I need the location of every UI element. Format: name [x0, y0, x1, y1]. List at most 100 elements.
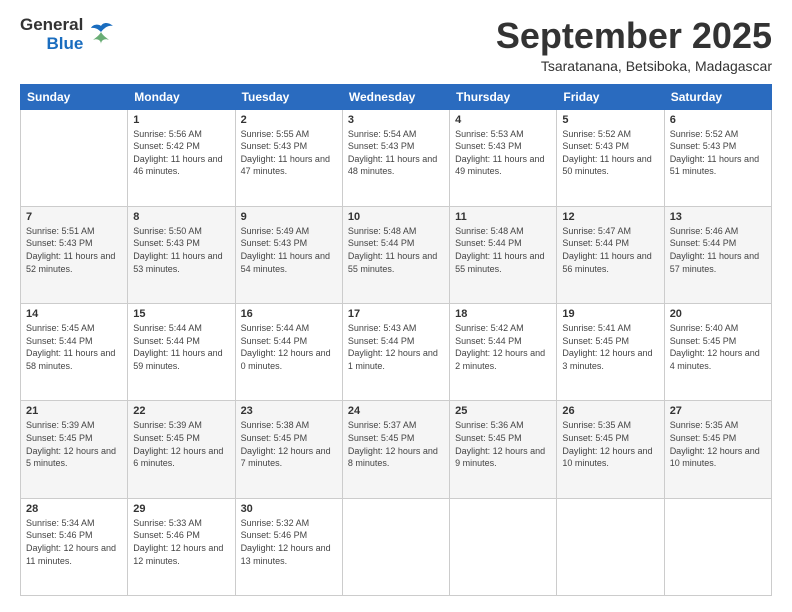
- day-number: 2: [241, 114, 337, 126]
- table-row: 30 Sunrise: 5:32 AMSunset: 5:46 PMDaylig…: [235, 498, 342, 595]
- week-row-4: 21 Sunrise: 5:39 AMSunset: 5:45 PMDaylig…: [21, 401, 772, 498]
- day-number: 9: [241, 211, 337, 223]
- table-row: 3 Sunrise: 5:54 AMSunset: 5:43 PMDayligh…: [342, 109, 449, 206]
- table-row: 9 Sunrise: 5:49 AMSunset: 5:43 PMDayligh…: [235, 206, 342, 303]
- logo-general: General: [20, 16, 83, 35]
- day-info: Sunrise: 5:48 AMSunset: 5:44 PMDaylight:…: [455, 226, 544, 274]
- day-number: 4: [455, 114, 551, 126]
- table-row: 18 Sunrise: 5:42 AMSunset: 5:44 PMDaylig…: [450, 304, 557, 401]
- day-number: 21: [26, 405, 122, 417]
- day-info: Sunrise: 5:42 AMSunset: 5:44 PMDaylight:…: [455, 323, 545, 371]
- logo-blue: Blue: [46, 35, 83, 54]
- table-row: 8 Sunrise: 5:50 AMSunset: 5:43 PMDayligh…: [128, 206, 235, 303]
- day-number: 8: [133, 211, 229, 223]
- calendar-table: Sunday Monday Tuesday Wednesday Thursday…: [20, 84, 772, 596]
- day-number: 7: [26, 211, 122, 223]
- day-number: 25: [455, 405, 551, 417]
- day-number: 10: [348, 211, 444, 223]
- day-info: Sunrise: 5:44 AMSunset: 5:44 PMDaylight:…: [241, 323, 331, 371]
- table-row: 6 Sunrise: 5:52 AMSunset: 5:43 PMDayligh…: [664, 109, 771, 206]
- day-info: Sunrise: 5:44 AMSunset: 5:44 PMDaylight:…: [133, 323, 222, 371]
- day-info: Sunrise: 5:43 AMSunset: 5:44 PMDaylight:…: [348, 323, 438, 371]
- table-row: 19 Sunrise: 5:41 AMSunset: 5:45 PMDaylig…: [557, 304, 664, 401]
- header-row: Sunday Monday Tuesday Wednesday Thursday…: [21, 84, 772, 109]
- day-number: 20: [670, 308, 766, 320]
- table-row: 5 Sunrise: 5:52 AMSunset: 5:43 PMDayligh…: [557, 109, 664, 206]
- day-number: 30: [241, 503, 337, 515]
- col-sunday: Sunday: [21, 84, 128, 109]
- day-number: 28: [26, 503, 122, 515]
- day-info: Sunrise: 5:39 AMSunset: 5:45 PMDaylight:…: [133, 420, 223, 468]
- day-info: Sunrise: 5:39 AMSunset: 5:45 PMDaylight:…: [26, 420, 116, 468]
- week-row-1: 1 Sunrise: 5:56 AMSunset: 5:42 PMDayligh…: [21, 109, 772, 206]
- day-info: Sunrise: 5:49 AMSunset: 5:43 PMDaylight:…: [241, 226, 330, 274]
- calendar-page: General Blue September 2025 Tsaratanana,…: [0, 0, 792, 612]
- day-number: 11: [455, 211, 551, 223]
- day-number: 29: [133, 503, 229, 515]
- day-number: 12: [562, 211, 658, 223]
- day-number: 18: [455, 308, 551, 320]
- table-row: 10 Sunrise: 5:48 AMSunset: 5:44 PMDaylig…: [342, 206, 449, 303]
- header: General Blue September 2025 Tsaratanana,…: [20, 16, 772, 74]
- day-info: Sunrise: 5:33 AMSunset: 5:46 PMDaylight:…: [133, 518, 223, 566]
- logo: General Blue: [20, 16, 115, 53]
- day-info: Sunrise: 5:52 AMSunset: 5:43 PMDaylight:…: [562, 129, 651, 177]
- table-row: 16 Sunrise: 5:44 AMSunset: 5:44 PMDaylig…: [235, 304, 342, 401]
- table-row: 4 Sunrise: 5:53 AMSunset: 5:43 PMDayligh…: [450, 109, 557, 206]
- week-row-3: 14 Sunrise: 5:45 AMSunset: 5:44 PMDaylig…: [21, 304, 772, 401]
- day-info: Sunrise: 5:56 AMSunset: 5:42 PMDaylight:…: [133, 129, 222, 177]
- day-info: Sunrise: 5:55 AMSunset: 5:43 PMDaylight:…: [241, 129, 330, 177]
- day-info: Sunrise: 5:38 AMSunset: 5:45 PMDaylight:…: [241, 420, 331, 468]
- day-number: 24: [348, 405, 444, 417]
- day-number: 5: [562, 114, 658, 126]
- day-number: 15: [133, 308, 229, 320]
- table-row: [557, 498, 664, 595]
- day-number: 19: [562, 308, 658, 320]
- location: Tsaratanana, Betsiboka, Madagascar: [496, 58, 772, 74]
- table-row: 12 Sunrise: 5:47 AMSunset: 5:44 PMDaylig…: [557, 206, 664, 303]
- day-number: 13: [670, 211, 766, 223]
- table-row: 13 Sunrise: 5:46 AMSunset: 5:44 PMDaylig…: [664, 206, 771, 303]
- title-block: September 2025 Tsaratanana, Betsiboka, M…: [496, 16, 772, 74]
- day-info: Sunrise: 5:34 AMSunset: 5:46 PMDaylight:…: [26, 518, 116, 566]
- day-info: Sunrise: 5:47 AMSunset: 5:44 PMDaylight:…: [562, 226, 651, 274]
- day-number: 16: [241, 308, 337, 320]
- day-info: Sunrise: 5:52 AMSunset: 5:43 PMDaylight:…: [670, 129, 759, 177]
- col-friday: Friday: [557, 84, 664, 109]
- day-number: 26: [562, 405, 658, 417]
- table-row: 17 Sunrise: 5:43 AMSunset: 5:44 PMDaylig…: [342, 304, 449, 401]
- day-info: Sunrise: 5:48 AMSunset: 5:44 PMDaylight:…: [348, 226, 437, 274]
- table-row: [664, 498, 771, 595]
- day-number: 14: [26, 308, 122, 320]
- table-row: 21 Sunrise: 5:39 AMSunset: 5:45 PMDaylig…: [21, 401, 128, 498]
- day-number: 3: [348, 114, 444, 126]
- table-row: 25 Sunrise: 5:36 AMSunset: 5:45 PMDaylig…: [450, 401, 557, 498]
- day-info: Sunrise: 5:46 AMSunset: 5:44 PMDaylight:…: [670, 226, 759, 274]
- table-row: 23 Sunrise: 5:38 AMSunset: 5:45 PMDaylig…: [235, 401, 342, 498]
- table-row: 20 Sunrise: 5:40 AMSunset: 5:45 PMDaylig…: [664, 304, 771, 401]
- table-row: 1 Sunrise: 5:56 AMSunset: 5:42 PMDayligh…: [128, 109, 235, 206]
- col-tuesday: Tuesday: [235, 84, 342, 109]
- col-wednesday: Wednesday: [342, 84, 449, 109]
- table-row: [450, 498, 557, 595]
- day-number: 23: [241, 405, 337, 417]
- table-row: 22 Sunrise: 5:39 AMSunset: 5:45 PMDaylig…: [128, 401, 235, 498]
- day-info: Sunrise: 5:32 AMSunset: 5:46 PMDaylight:…: [241, 518, 331, 566]
- col-thursday: Thursday: [450, 84, 557, 109]
- day-number: 22: [133, 405, 229, 417]
- day-number: 1: [133, 114, 229, 126]
- day-number: 6: [670, 114, 766, 126]
- day-number: 17: [348, 308, 444, 320]
- day-info: Sunrise: 5:53 AMSunset: 5:43 PMDaylight:…: [455, 129, 544, 177]
- table-row: [342, 498, 449, 595]
- table-row: 27 Sunrise: 5:35 AMSunset: 5:45 PMDaylig…: [664, 401, 771, 498]
- day-info: Sunrise: 5:35 AMSunset: 5:45 PMDaylight:…: [670, 420, 760, 468]
- table-row: 29 Sunrise: 5:33 AMSunset: 5:46 PMDaylig…: [128, 498, 235, 595]
- week-row-5: 28 Sunrise: 5:34 AMSunset: 5:46 PMDaylig…: [21, 498, 772, 595]
- day-info: Sunrise: 5:45 AMSunset: 5:44 PMDaylight:…: [26, 323, 115, 371]
- day-info: Sunrise: 5:41 AMSunset: 5:45 PMDaylight:…: [562, 323, 652, 371]
- table-row: 14 Sunrise: 5:45 AMSunset: 5:44 PMDaylig…: [21, 304, 128, 401]
- table-row: 2 Sunrise: 5:55 AMSunset: 5:43 PMDayligh…: [235, 109, 342, 206]
- table-row: 7 Sunrise: 5:51 AMSunset: 5:43 PMDayligh…: [21, 206, 128, 303]
- day-number: 27: [670, 405, 766, 417]
